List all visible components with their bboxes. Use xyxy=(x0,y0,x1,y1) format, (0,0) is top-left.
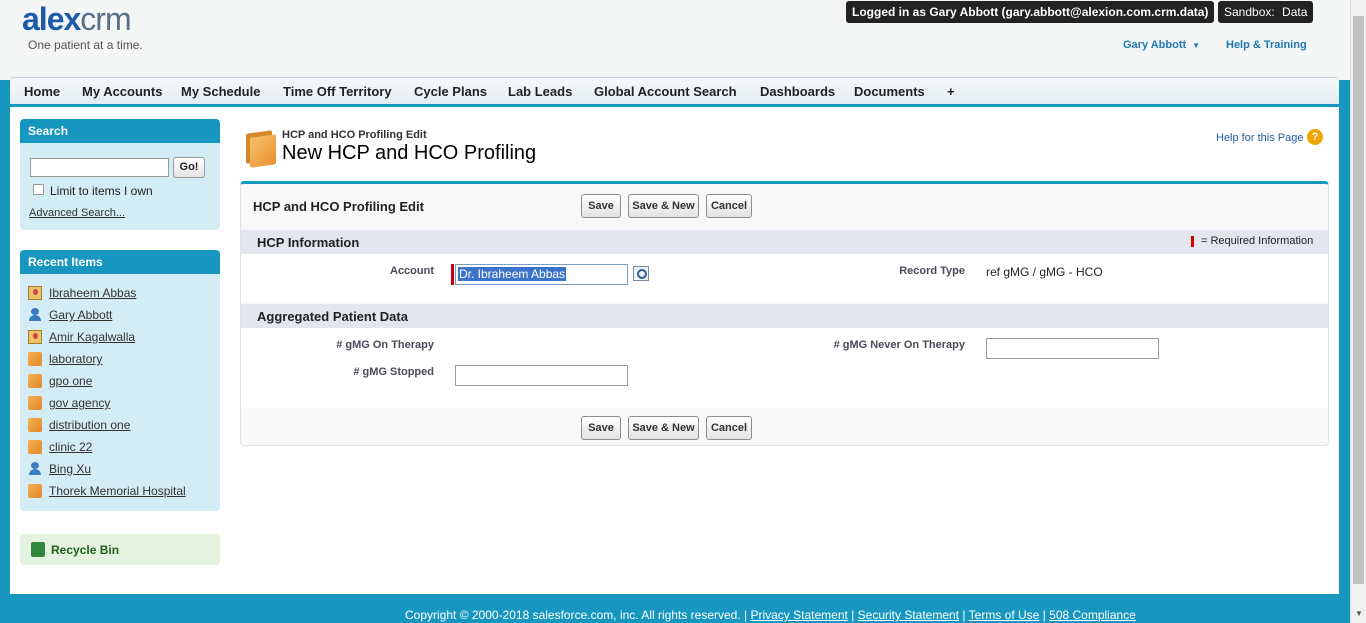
logo-alex: alex xyxy=(22,1,81,37)
footer-separator: | xyxy=(962,608,966,622)
recent-item-label: laboratory xyxy=(49,352,103,366)
folder-icon xyxy=(244,130,276,168)
gmg-stopped-input[interactable] xyxy=(455,365,628,386)
recycle-bin-icon xyxy=(31,542,45,557)
terms-of-use-link[interactable]: Terms of Use xyxy=(969,608,1040,622)
logo-tagline: One patient at a time. xyxy=(28,38,143,52)
recent-item-label: Thorek Memorial Hospital xyxy=(49,484,186,498)
contact-card-icon xyxy=(28,330,42,344)
recent-item-label: distribution one xyxy=(49,418,131,432)
vertical-scrollbar[interactable]: ▼ xyxy=(1350,0,1366,623)
user-icon xyxy=(28,308,42,322)
sandbox-badge: Sandbox: Data xyxy=(1218,1,1314,23)
gmg-on-therapy-label: # gMG On Therapy xyxy=(336,339,434,351)
user-menu[interactable]: Gary Abbott ▼ xyxy=(1123,39,1200,51)
gmg-never-on-therapy-input[interactable] xyxy=(986,338,1159,359)
alexcrm-logo[interactable]: alexcrm One patient at a time. xyxy=(22,2,143,52)
privacy-statement-link[interactable]: Privacy Statement xyxy=(750,608,847,622)
account-folder-icon xyxy=(28,418,42,432)
gmg-never-on-therapy-label: # gMG Never On Therapy xyxy=(833,339,965,351)
recent-item-label: gpo one xyxy=(49,374,93,388)
recycle-bin-link[interactable]: Recycle Bin xyxy=(20,534,220,565)
recent-item-label: gov agency xyxy=(49,396,111,410)
scroll-down-arrow-icon[interactable]: ▼ xyxy=(1355,609,1363,618)
account-input[interactable]: Dr. Ibraheem Abbas xyxy=(455,264,628,285)
contact-card-icon xyxy=(28,286,42,300)
help-training-link[interactable]: Help & Training xyxy=(1226,39,1307,51)
account-folder-icon xyxy=(28,396,42,410)
gmg-stopped-label: # gMG Stopped xyxy=(353,366,434,378)
tab-global-account-search[interactable]: Global Account Search xyxy=(594,84,737,99)
tab-documents[interactable]: Documents xyxy=(854,84,925,99)
recent-item-label: Ibraheem Abbas xyxy=(49,286,137,300)
search-panel-title: Search xyxy=(20,119,220,143)
cancel-button-bottom[interactable]: Cancel xyxy=(706,416,752,440)
section-aggregated-patient-data: Aggregated Patient Data xyxy=(241,304,1328,328)
account-input-value: Dr. Ibraheem Abbas xyxy=(458,267,567,281)
recent-item-label: Amir Kagalwalla xyxy=(49,330,136,344)
logged-in-badge: Logged in as Gary Abbott (gary.abbott@al… xyxy=(846,1,1215,23)
recent-items-title: Recent Items xyxy=(20,250,220,274)
sidebar-search-input[interactable] xyxy=(30,158,169,177)
copyright-text: Copyright © 2000-2018 salesforce.com, in… xyxy=(405,608,748,622)
tab-dashboards[interactable]: Dashboards xyxy=(760,84,835,99)
user-icon xyxy=(28,462,42,476)
required-info-legend: = Required Information xyxy=(1201,235,1314,247)
form-title: HCP and HCO Profiling Edit xyxy=(253,199,424,214)
tab-my-schedule[interactable]: My Schedule xyxy=(181,84,260,99)
tab-my-accounts[interactable]: My Accounts xyxy=(82,84,162,99)
record-type-value: ref gMG / gMG - HCO xyxy=(986,265,1103,279)
record-type-label: Record Type xyxy=(899,265,965,277)
account-folder-icon xyxy=(28,440,42,454)
add-tab-plus-icon[interactable]: + xyxy=(947,84,955,99)
save-and-new-button[interactable]: Save & New xyxy=(628,194,699,218)
save-button-bottom[interactable]: Save xyxy=(581,416,621,440)
account-folder-icon xyxy=(28,374,42,388)
hcp-info-body xyxy=(241,254,1328,302)
help-for-page-link[interactable]: Help for this Page xyxy=(1216,132,1303,144)
scrollbar-thumb[interactable] xyxy=(1353,16,1364,584)
save-button[interactable]: Save xyxy=(581,194,621,218)
508-compliance-link[interactable]: 508 Compliance xyxy=(1049,608,1136,622)
account-folder-icon xyxy=(28,484,42,498)
recent-item-label: Bing Xu xyxy=(49,462,92,476)
account-label: Account xyxy=(390,265,434,277)
footer: Copyright © 2000-2018 salesforce.com, in… xyxy=(405,608,1136,622)
page-subtitle: HCP and HCO Profiling Edit xyxy=(282,129,427,141)
cancel-button[interactable]: Cancel xyxy=(706,194,752,218)
recent-item-label: Gary Abbott xyxy=(49,308,113,322)
recycle-bin-label: Recycle Bin xyxy=(51,543,120,557)
account-folder-icon xyxy=(28,352,42,366)
go-button[interactable]: Go! xyxy=(173,157,205,178)
save-and-new-button-bottom[interactable]: Save & New xyxy=(628,416,699,440)
limit-to-my-items-checkbox[interactable] xyxy=(33,184,44,195)
top-header: alexcrm One patient at a time. Logged in… xyxy=(0,0,1350,80)
footer-separator: | xyxy=(1042,608,1046,622)
main-nav: Home My Accounts My Schedule Time Off Te… xyxy=(10,77,1339,107)
required-indicator xyxy=(1191,236,1194,247)
security-statement-link[interactable]: Security Statement xyxy=(858,608,959,622)
tab-lab-leads[interactable]: Lab Leads xyxy=(508,84,572,99)
page-title: New HCP and HCO Profiling xyxy=(282,142,537,164)
limit-checkbox-label: Limit to items I own xyxy=(50,184,153,198)
chevron-down-icon: ▼ xyxy=(1192,41,1201,50)
help-question-icon[interactable]: ? xyxy=(1307,129,1323,145)
section-hcp-information: HCP Information xyxy=(241,230,1328,254)
tab-time-off-territory[interactable]: Time Off Territory xyxy=(283,84,392,99)
recent-item-label: clinic 22 xyxy=(49,440,93,454)
user-menu-label: Gary Abbott xyxy=(1123,39,1187,51)
logo-crm: crm xyxy=(80,1,131,37)
advanced-search-link[interactable]: Advanced Search... xyxy=(29,207,125,219)
tab-cycle-plans[interactable]: Cycle Plans xyxy=(414,84,487,99)
footer-separator: | xyxy=(851,608,855,622)
tab-home[interactable]: Home xyxy=(24,84,60,99)
account-required-marker xyxy=(451,264,454,285)
lookup-search-icon[interactable] xyxy=(633,266,649,281)
